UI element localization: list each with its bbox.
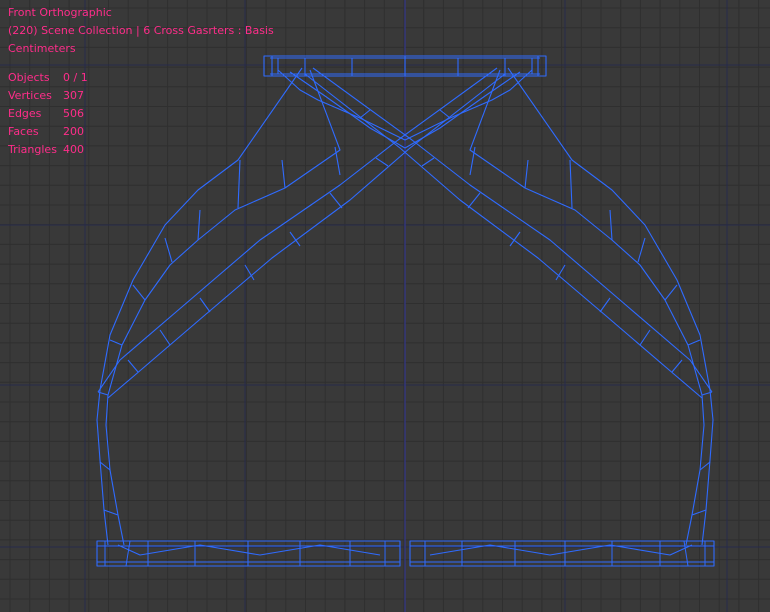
left-beam-rib [127,359,139,373]
left-arch-rib [164,237,173,263]
right-arch-rib [569,159,573,209]
left-arch-rib [281,159,286,189]
left-beam-rib [375,157,389,167]
left-arch-inner [105,69,341,546]
right-arch-rib [524,159,529,189]
right-arch-rib [637,237,646,263]
right-arch-rib [699,461,711,471]
left-beam-rib [329,192,343,209]
left-arch-rib [132,284,146,301]
right-beam-rib [467,192,481,209]
right-beam-rib [671,359,683,373]
left-beam-rib [439,109,451,119]
right-arch-rib [664,284,678,301]
left-arch-rib [237,159,241,209]
grid-floor [0,0,770,612]
3d-viewport[interactable] [0,0,770,612]
left-beam-rib [199,297,211,313]
right-arch-inner [469,69,705,546]
right-arch-outer [507,67,714,546]
left-arch-rib [103,509,119,516]
